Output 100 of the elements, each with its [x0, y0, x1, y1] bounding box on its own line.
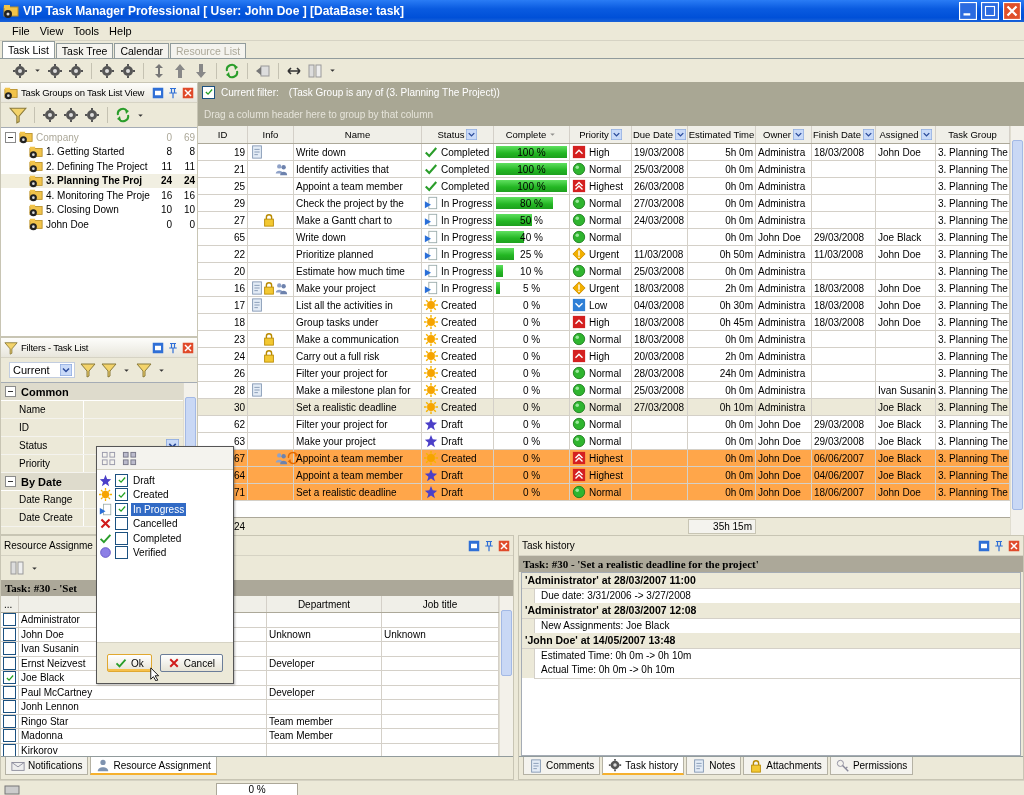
table-row[interactable]: 23 Make a communication Created 0 % Normal 18/03/2008 0h 0m Administra 3. Planning The	[198, 331, 1010, 348]
checkbox[interactable]	[202, 85, 215, 99]
restore-icon[interactable]	[978, 539, 990, 552]
gear-icon[interactable]	[68, 62, 84, 79]
grid-icon[interactable]	[122, 450, 137, 466]
checkbox[interactable]	[115, 473, 128, 487]
option-label[interactable]: Verified	[131, 546, 169, 560]
category-row[interactable]: Common	[1, 383, 183, 401]
table-row[interactable]: 18 Group tasks under Created 0 % High 18/03/2008 0h 45m Administra 18/03/2008 John Doe 3. Planning The	[198, 314, 1010, 331]
tab[interactable]: Resource Assignment	[90, 757, 217, 775]
gear-icon[interactable]	[12, 62, 28, 79]
checkbox[interactable]	[115, 517, 128, 531]
down-arrow-icon[interactable]	[193, 62, 209, 79]
option-label[interactable]: In Progress	[131, 502, 187, 516]
column-header[interactable]: Owner	[756, 126, 812, 143]
column-header[interactable]: Status	[422, 126, 494, 143]
column-header[interactable]: Department	[267, 596, 382, 612]
gear-icon[interactable]	[63, 107, 79, 123]
table-row[interactable]: 30 Set a realistic deadline Created 0 % Normal 27/03/2008 0h 10m Administra Joe Black 3. Planning The	[198, 399, 1010, 416]
option-label[interactable]: Created	[131, 488, 171, 502]
checkbox[interactable]	[115, 488, 128, 502]
refresh-icon[interactable]	[115, 107, 131, 123]
table-row[interactable]: 17 List all the activities in Created 0 % Low 04/03/2008 0h 30m Administra 18/03/2008 John Doe 3. Planning The	[198, 297, 1010, 314]
table-row[interactable]: 29 Check the project by the In Progress 80 % Normal 27/03/2008 0h 0m Administra 3. Planning The	[198, 195, 1010, 212]
column-header[interactable]: ...	[1, 596, 19, 612]
close-button[interactable]	[1003, 2, 1021, 20]
checkbox[interactable]	[115, 531, 128, 545]
gear-icon[interactable]	[47, 62, 63, 79]
minimize-button[interactable]	[959, 2, 977, 20]
scrollbar[interactable]	[1010, 126, 1024, 535]
tab[interactable]: Task Tree	[55, 43, 114, 58]
back-icon[interactable]	[255, 62, 271, 79]
maximize-button[interactable]	[981, 2, 999, 20]
tab[interactable]: Calendar	[114, 43, 169, 58]
close-icon[interactable]	[182, 86, 194, 99]
pin-icon[interactable]	[167, 341, 179, 354]
tab[interactable]: Attachments	[743, 757, 828, 775]
tab[interactable]: Comments	[523, 757, 601, 775]
table-row[interactable]: 25 Appoint a team member Completed 100 % Highest 26/03/2008 0h 0m Administra 3. Planning The	[198, 178, 1010, 195]
caret-icon[interactable]	[33, 66, 42, 75]
column-header[interactable]: Priority	[570, 126, 632, 143]
table-row[interactable]: 24 Carry out a full risk Created 0 % High 20/03/2008 2h 0m Administra 3. Planning The	[198, 348, 1010, 365]
cancel-button[interactable]: Cancel	[159, 654, 223, 672]
ok-button[interactable]: Ok	[107, 654, 152, 672]
restore-icon[interactable]	[468, 539, 480, 552]
table-row[interactable]: 22 Prioritize planned In Progress 25 % Urgent 11/03/2008 0h 50m Administra 11/03/2008 John Doe 3. Planning The	[198, 246, 1010, 263]
close-icon[interactable]	[182, 341, 194, 354]
checkbox[interactable]	[3, 642, 16, 656]
pin-icon[interactable]	[993, 539, 1005, 552]
tab[interactable]: Notifications	[5, 757, 89, 775]
tab[interactable]: Permissions	[829, 757, 914, 775]
checkbox[interactable]	[3, 613, 16, 627]
filter-icon[interactable]	[9, 106, 27, 124]
column-header[interactable]: Complete	[494, 126, 570, 143]
collapse-toggle[interactable]	[5, 476, 16, 487]
column-header[interactable]: Estimated Time	[688, 126, 756, 143]
filter-icon[interactable]	[100, 362, 117, 378]
table-row[interactable]: 62 Filter your project for Draft 0 % Normal 0h 0m John Doe 29/03/2008 Joe Black 3. Planning The	[198, 416, 1010, 433]
tab[interactable]: Task history	[602, 757, 685, 775]
filter-icon[interactable]	[79, 362, 96, 378]
table-row[interactable]: 16 Make your project In Progress 5 % Urgent 18/03/2008 2h 0m Administra 18/03/2008 John Doe 3. Planning The	[198, 280, 1010, 297]
pin-icon[interactable]	[483, 539, 495, 552]
tab[interactable]: Notes	[686, 757, 742, 775]
column-header[interactable]: ID	[198, 126, 248, 143]
caret-icon[interactable]	[328, 66, 337, 75]
column-header[interactable]: Name	[294, 126, 422, 143]
up-arrow-icon[interactable]	[172, 62, 188, 79]
table-row[interactable]: 20 Estimate how much time In Progress 10 % Normal 25/03/2008 0h 0m Administra 3. Planning The	[198, 263, 1010, 280]
table-row[interactable]: 21 Identify activities that Completed 100 % Normal 25/03/2008 0h 0m Administra 3. Planning The	[198, 161, 1010, 178]
option-label[interactable]: Draft	[131, 473, 157, 487]
checkbox[interactable]	[3, 671, 16, 685]
menu-item[interactable]: File	[8, 24, 34, 38]
column-header[interactable]: Finish Date	[812, 126, 876, 143]
table-row[interactable]: 19 Write down Completed 100 % High 19/03/2008 5h 0m Administra 18/03/2008 John Doe 3. Planning The	[198, 144, 1010, 161]
restore-icon[interactable]	[152, 341, 164, 354]
gear-icon[interactable]	[99, 62, 115, 79]
gear-icon[interactable]	[84, 107, 100, 123]
checkbox[interactable]	[3, 729, 16, 743]
menu-item[interactable]: Help	[105, 24, 136, 38]
gear-icon[interactable]	[42, 107, 58, 123]
gear-icon[interactable]	[120, 62, 136, 79]
preset-dropdown[interactable]: Current	[9, 362, 75, 378]
option-label[interactable]: Cancelled	[131, 517, 180, 531]
table-row[interactable]: 26 Filter your project for Created 0 % Normal 28/03/2008 24h 0m Administra 3. Planning The	[198, 365, 1010, 382]
scrollbar[interactable]	[499, 596, 513, 756]
filter-icon[interactable]	[135, 362, 152, 378]
column-header[interactable]: Due Date	[632, 126, 688, 143]
table-row[interactable]: 27 Make a Gantt chart to In Progress 50 % Normal 24/03/2008 0h 0m Administra 3. Planning The	[198, 212, 1010, 229]
option-label[interactable]: Completed	[131, 531, 184, 545]
refresh-icon[interactable]	[224, 62, 240, 79]
tab[interactable]: Task List	[2, 41, 55, 58]
checkbox[interactable]	[115, 546, 128, 560]
menu-item[interactable]: Tools	[69, 24, 104, 38]
column-header[interactable]: Info	[248, 126, 294, 143]
checkbox[interactable]	[115, 502, 128, 516]
menu-item[interactable]: View	[35, 24, 68, 38]
column-header[interactable]: Assigned	[876, 126, 936, 143]
restore-icon[interactable]	[152, 86, 164, 99]
pin-icon[interactable]	[167, 86, 179, 99]
collapse-toggle[interactable]	[5, 386, 16, 397]
